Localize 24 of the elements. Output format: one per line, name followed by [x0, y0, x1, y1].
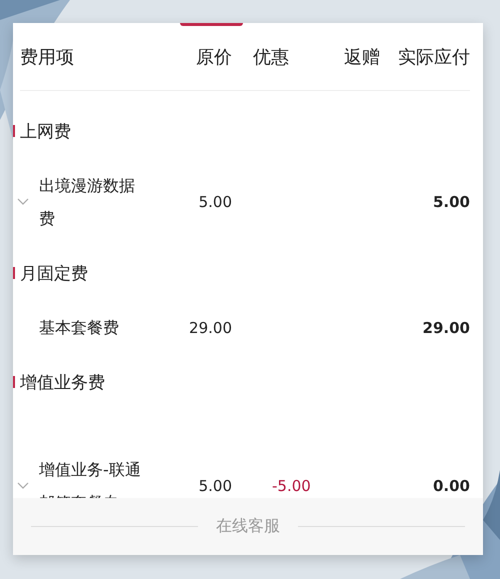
chevron-down-icon[interactable] [17, 198, 29, 206]
discount-amount: -5.00 [271, 477, 312, 495]
actual-amount: 5.00 [432, 193, 470, 211]
original-price: 5.00 [198, 193, 232, 211]
section-title: 月固定费 [20, 262, 88, 284]
fee-name: 出境漫游数据费 [39, 175, 136, 230]
column-header: 实际应付 [397, 46, 470, 68]
fee-name: 基本套餐费 [39, 317, 120, 339]
original-price: 5.00 [198, 477, 232, 495]
column-header: 返赠 [343, 46, 380, 68]
tab-indicator [180, 23, 243, 26]
section-marker [13, 267, 15, 279]
actual-amount: 0.00 [432, 477, 470, 495]
column-header: 优惠 [252, 46, 290, 68]
column-header: 费用项 [20, 46, 75, 68]
online-service-button[interactable]: 在线客服 [216, 516, 280, 537]
actual-amount: 29.00 [422, 318, 470, 336]
section-marker [13, 376, 15, 388]
section-title: 增值业务费 [20, 372, 105, 394]
original-price: 29.00 [188, 318, 232, 336]
column-header: 原价 [195, 46, 232, 68]
chevron-down-icon[interactable] [17, 482, 29, 490]
section-marker [13, 125, 15, 137]
section-title: 上网费 [20, 120, 71, 142]
